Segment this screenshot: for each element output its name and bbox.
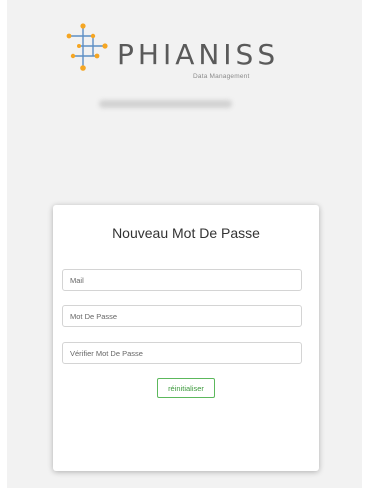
reset-button[interactable]: réinitialiser (157, 378, 215, 398)
blurred-subtitle (99, 100, 232, 108)
confirm-password-input[interactable] (62, 342, 302, 364)
brand-tagline: Data Management (193, 73, 250, 80)
mail-input[interactable] (62, 269, 302, 291)
molecule-network-icon (66, 23, 108, 71)
card-title: Nouveau Mot De Passe (112, 225, 260, 241)
brand-logo: PHIANISS Data Management (65, 22, 285, 82)
brand-name: PHIANISS (117, 38, 280, 71)
reset-password-card: Nouveau Mot De Passe réinitialiser (53, 205, 319, 471)
page-background: PHIANISS Data Management Nouveau Mot De … (7, 0, 362, 488)
password-input[interactable] (62, 305, 302, 327)
